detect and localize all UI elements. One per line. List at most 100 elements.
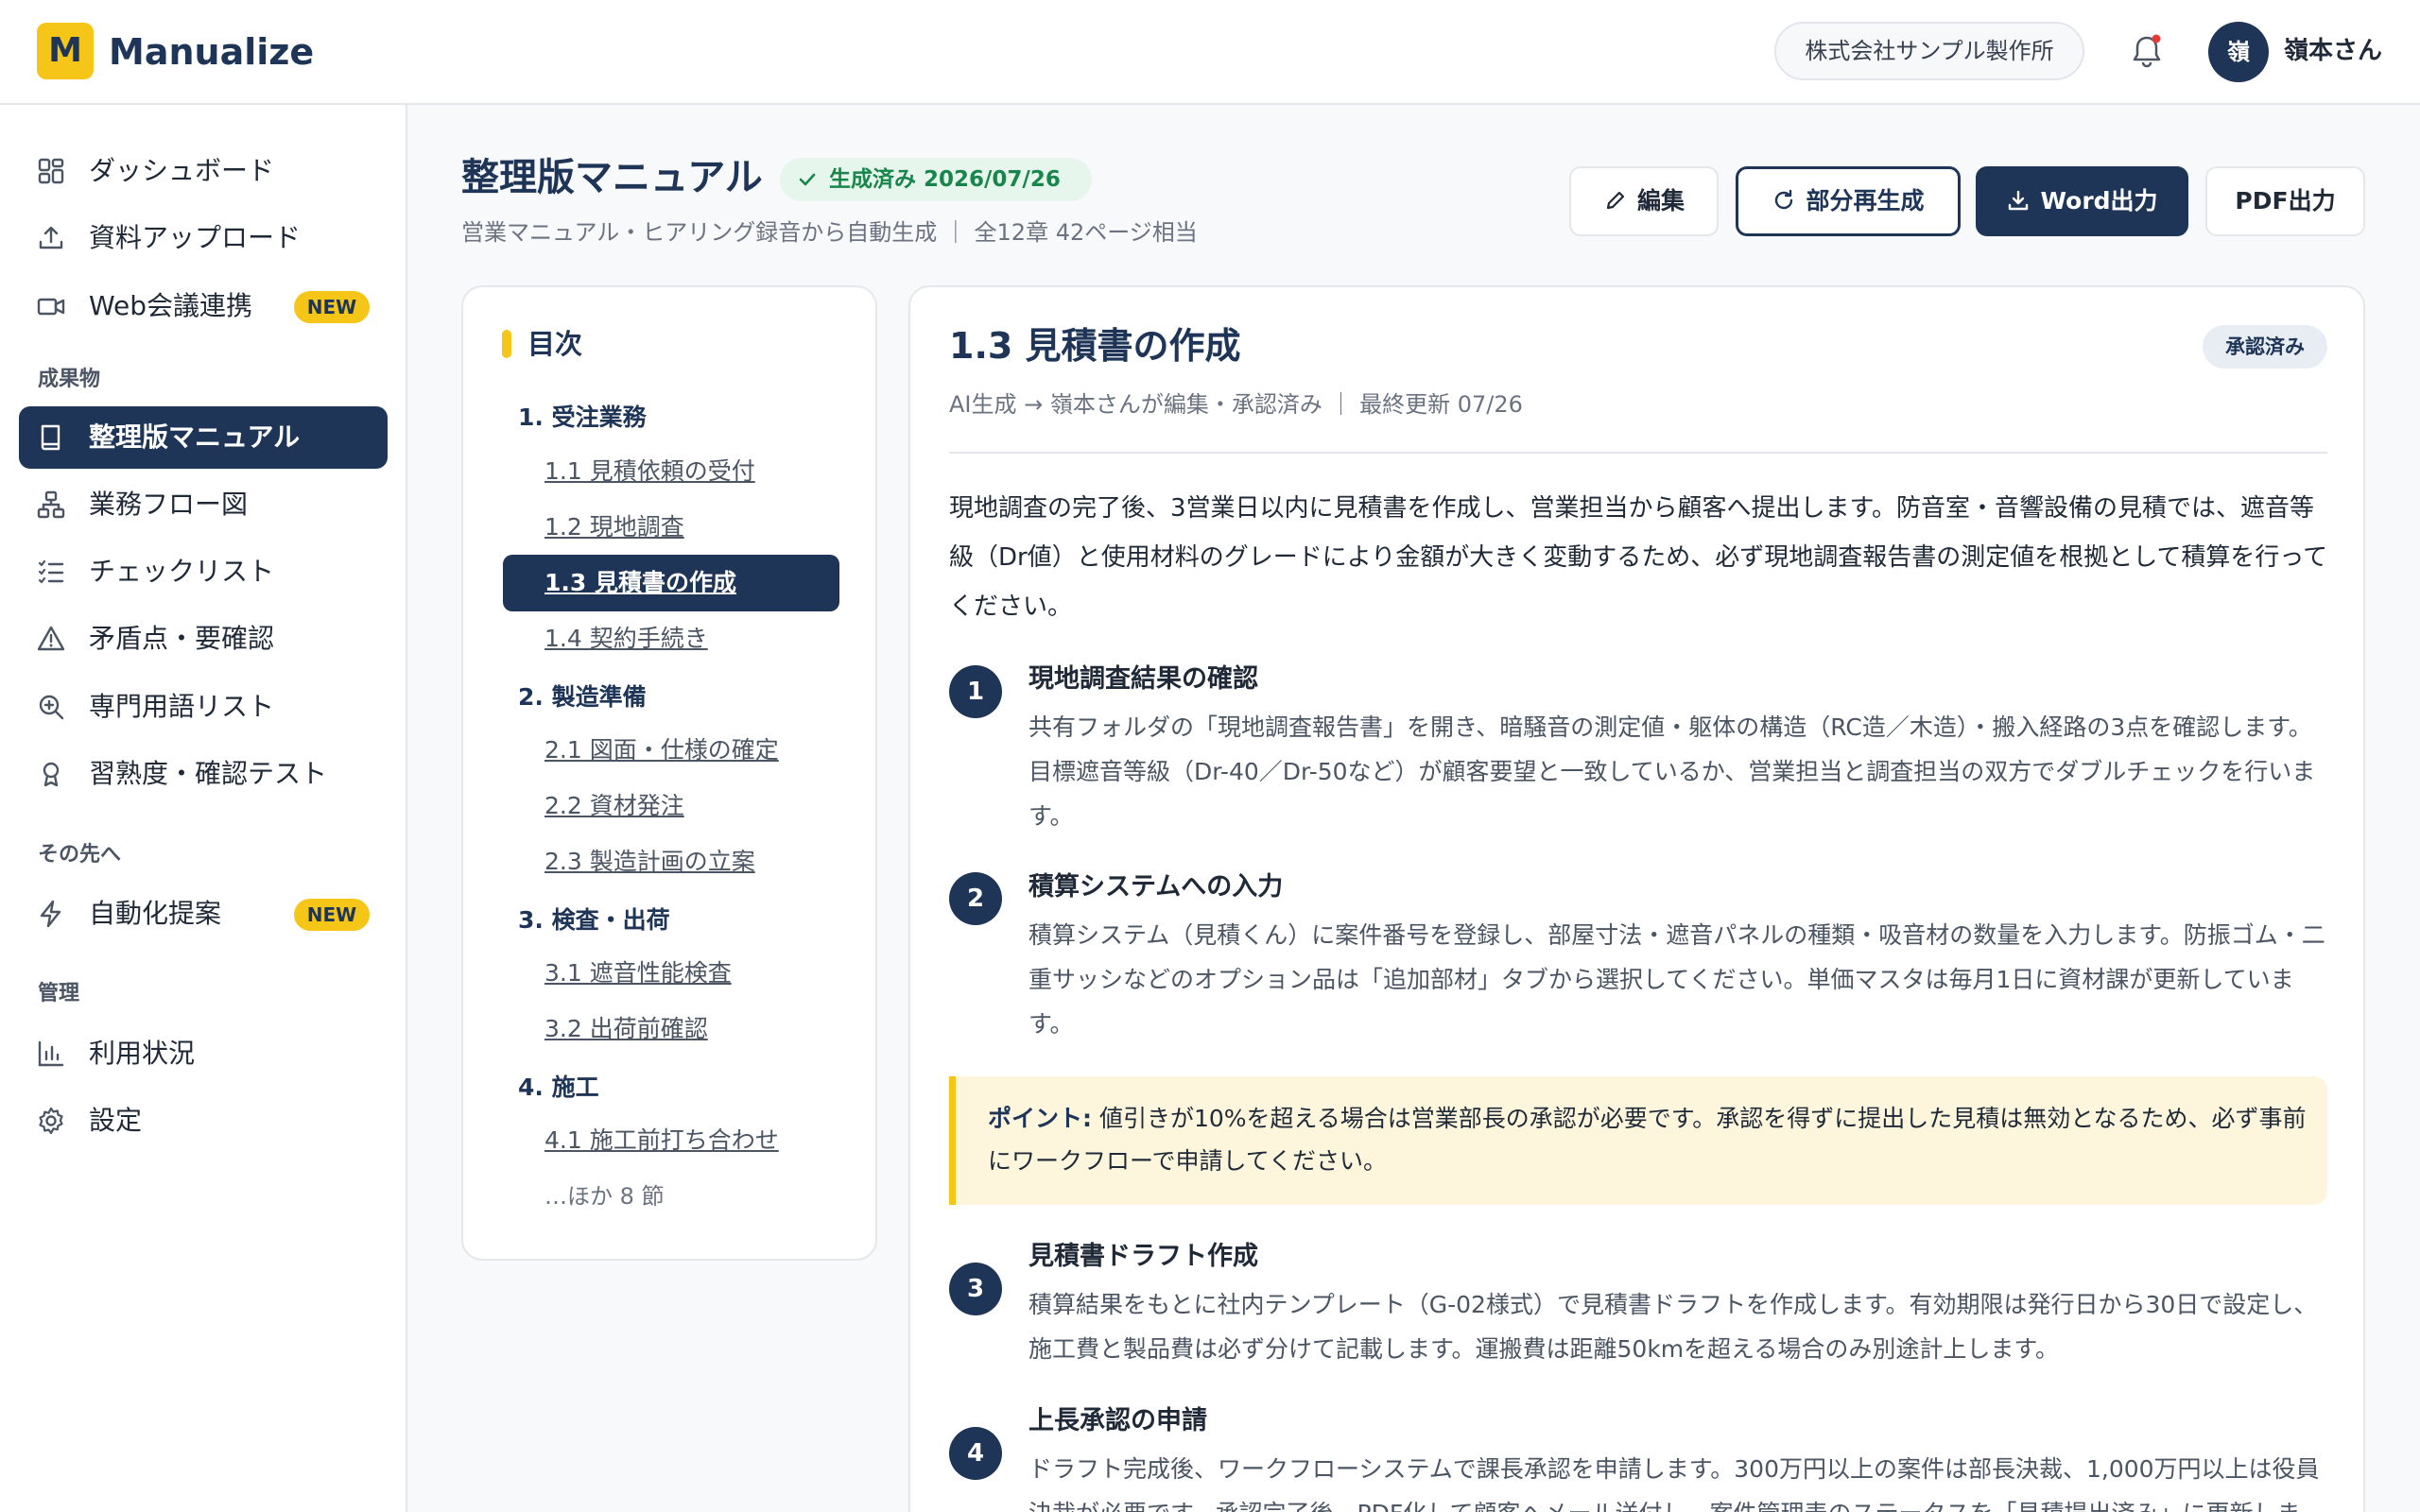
regenerate-button-label: 部分再生成 [1806, 187, 1925, 215]
toc-section[interactable]: 1.1 見積依頼の受付 [544, 453, 755, 490]
sidebar-item-label: 業務フロー図 [89, 489, 249, 520]
toc-section[interactable]: 4.1 施工前打ち合わせ [544, 1122, 779, 1160]
step-number: 1 [949, 665, 1002, 718]
sidebar-item-dashboard[interactable]: ダッシュボード [19, 140, 388, 202]
user-name[interactable]: 嶺本さん [2284, 32, 2382, 70]
step-number: 3 [949, 1263, 1002, 1315]
toc-section[interactable]: 1.2 現地調査 [544, 508, 684, 546]
content-panel: 1.3 見積書の作成 承認済み AI生成 → 嶺本さんが編集・承認済み ｜ 最終… [908, 285, 2365, 1512]
callout-body: 値引きが10%を超える場合は営業部長の承認が必要です。承認を得ずに提出した見積は… [988, 1105, 2307, 1175]
step-title: 積算システムへの入力 [1028, 872, 1284, 902]
bolt-icon [40, 900, 61, 928]
callout-label: ポイント: [988, 1105, 1092, 1132]
sidebar-item-test[interactable]: 習熟度・確認テスト [19, 743, 388, 805]
sidebar-item-label: 専門用語リスト [89, 691, 275, 722]
sidebar-item-label: 整理版マニュアル [89, 421, 301, 453]
edit-button[interactable]: 編集 [1569, 166, 1719, 236]
sidebar-item-checklist[interactable]: チェックリスト [19, 541, 388, 603]
toc-section[interactable]: 2.3 製造計画の立案 [544, 843, 755, 881]
point-callout: ポイント: 値引きが10%を超える場合は営業部長の承認が必要です。承認を得ずに提… [949, 1076, 2327, 1205]
sidebar-item-label: 資料アップロード [89, 222, 302, 253]
toc-section[interactable]: 3.2 出荷前確認 [544, 1010, 708, 1048]
step-body: 積算システム（見積くん）に案件番号を登録し、部屋寸法・遮音パネルの種類・吸音材の… [1028, 921, 2325, 1038]
sidebar-item-flow[interactable]: 業務フロー図 [19, 473, 388, 536]
sidebar-item-manual[interactable]: 整理版マニュアル [19, 406, 388, 469]
toc-chapter[interactable]: 4. 施工 [518, 1069, 599, 1107]
flow-icon [37, 490, 65, 519]
section-label-admin: 管理 [38, 982, 80, 1005]
section-meta: AI生成 → 嶺本さんが編集・承認済み ｜ 最終更新 07/26 [949, 391, 1523, 418]
step-number: 4 [949, 1427, 1002, 1480]
section-label-outputs: 成果物 [38, 368, 101, 391]
refresh-icon [1775, 189, 1793, 210]
award-icon [43, 762, 60, 787]
sidebar-item-label: 習熟度・確認テスト [89, 758, 328, 789]
dashboard-icon [38, 158, 64, 184]
sidebar-item-automation[interactable]: 自動化提案 NEW [19, 883, 388, 945]
step-title: 現地調査結果の確認 [1028, 664, 1258, 694]
pencil-icon [1606, 191, 1625, 210]
sidebar-item-label: 設定 [89, 1105, 143, 1136]
divider [949, 452, 2327, 454]
word-export-button[interactable]: Word出力 [1976, 166, 2188, 236]
sidebar-item-label: 矛盾点・要確認 [89, 623, 275, 654]
toc-chapter[interactable]: 3. 検査・出荷 [518, 902, 670, 939]
toc-section-active[interactable]: 1.3 見積書の作成 [503, 555, 839, 611]
new-badge: NEW [294, 899, 370, 931]
video-icon [37, 298, 65, 316]
section-title: 1.3 見積書の作成 [949, 325, 1241, 367]
toc-title: 目次 [527, 328, 583, 360]
gear-icon [39, 1107, 63, 1135]
sidebar-item-web-meeting[interactable]: Web会議連携 NEW [19, 275, 388, 337]
toc-more: …ほか 8 節 [544, 1183, 665, 1210]
sidebar-item-label: Web会議連携 [89, 290, 253, 321]
status-badge: 生成済み 2026/07/26 [780, 158, 1092, 201]
toc-section[interactable]: 2.1 図面・仕様の確定 [544, 731, 779, 769]
approved-badge: 承認済み [2203, 325, 2327, 369]
upload-icon [39, 226, 63, 249]
new-badge: NEW [294, 291, 370, 323]
chart-icon [38, 1040, 64, 1067]
notification-bell-icon[interactable] [2126, 30, 2168, 72]
pdf-export-button[interactable]: PDF出力 [2205, 166, 2365, 236]
check-icon [799, 173, 816, 186]
checklist-icon [38, 559, 64, 584]
toc-panel: 目次 1. 受注業務 1.1 見積依頼の受付 1.2 現地調査 1.3 見積書の… [461, 285, 877, 1261]
sidebar-item-glossary[interactable]: 専門用語リスト [19, 676, 388, 738]
toc-accent-bar [502, 330, 511, 358]
page-subtitle: 営業マニュアル・ヒアリング録音から自動生成 ｜ 全12章 42ページ相当 [461, 219, 1198, 246]
toc-chapter[interactable]: 2. 製造準備 [518, 679, 647, 716]
toc-chapter[interactable]: 1. 受注業務 [518, 399, 647, 437]
regenerate-button[interactable]: 部分再生成 [1736, 166, 1961, 236]
step-number: 2 [949, 872, 1002, 925]
sidebar-item-label: 自動化提案 [89, 898, 222, 929]
logo-mark[interactable]: M [37, 23, 94, 79]
sidebar-item-usage[interactable]: 利用状況 [19, 1022, 388, 1085]
sidebar-item-settings[interactable]: 設定 [19, 1090, 388, 1152]
search-plus-icon [39, 695, 64, 720]
step-body: ドラフト完成後、ワークフローシステムで課長承認を申請します。300万円以上の案件… [1028, 1455, 2320, 1512]
word-export-label: Word出力 [2040, 187, 2158, 215]
step-body: 共有フォルダの「現地調査報告書」を開き、暗騒音の測定値・躯体の構造（RC造／木造… [1028, 713, 2316, 830]
edit-button-label: 編集 [1636, 187, 1685, 215]
top-bar: M Manualize 株式会社サンプル製作所 嶺 嶺本さん [0, 0, 2420, 105]
step-title: 上長承認の申請 [1028, 1406, 1207, 1435]
page-title: 整理版マニュアル [461, 156, 763, 199]
intro-paragraph: 現地調査の完了後、3営業日以内に見積書を作成し、営業担当から顧客へ提出します。防… [949, 494, 2328, 621]
step-title: 見積書ドラフト作成 [1028, 1242, 1258, 1271]
company-selector[interactable]: 株式会社サンプル製作所 [1774, 22, 2084, 80]
book-icon [41, 424, 60, 451]
warning-icon [37, 626, 65, 651]
sidebar-item-label: チェックリスト [89, 556, 275, 587]
callout-text: ポイント: 値引きが10%を超える場合は営業部長の承認が必要です。承認を得ずに提… [988, 1097, 2311, 1182]
step-body: 積算結果をもとに社内テンプレート（G-02様式）で見積書ドラフトを作成します。有… [1028, 1291, 2318, 1363]
download-icon [2009, 190, 2029, 211]
sidebar-item-contradiction[interactable]: 矛盾点・要確認 [19, 608, 388, 670]
section-label-next: その先へ [38, 843, 122, 867]
toc-section[interactable]: 3.1 遮音性能検査 [544, 954, 732, 992]
toc-section[interactable]: 1.4 契約手続き [544, 620, 708, 658]
sidebar-item-upload[interactable]: 資料アップロード [19, 207, 388, 269]
app-name[interactable]: Manualize [109, 28, 314, 76]
avatar[interactable]: 嶺 [2208, 22, 2269, 82]
toc-section[interactable]: 2.2 資材発注 [544, 787, 684, 825]
